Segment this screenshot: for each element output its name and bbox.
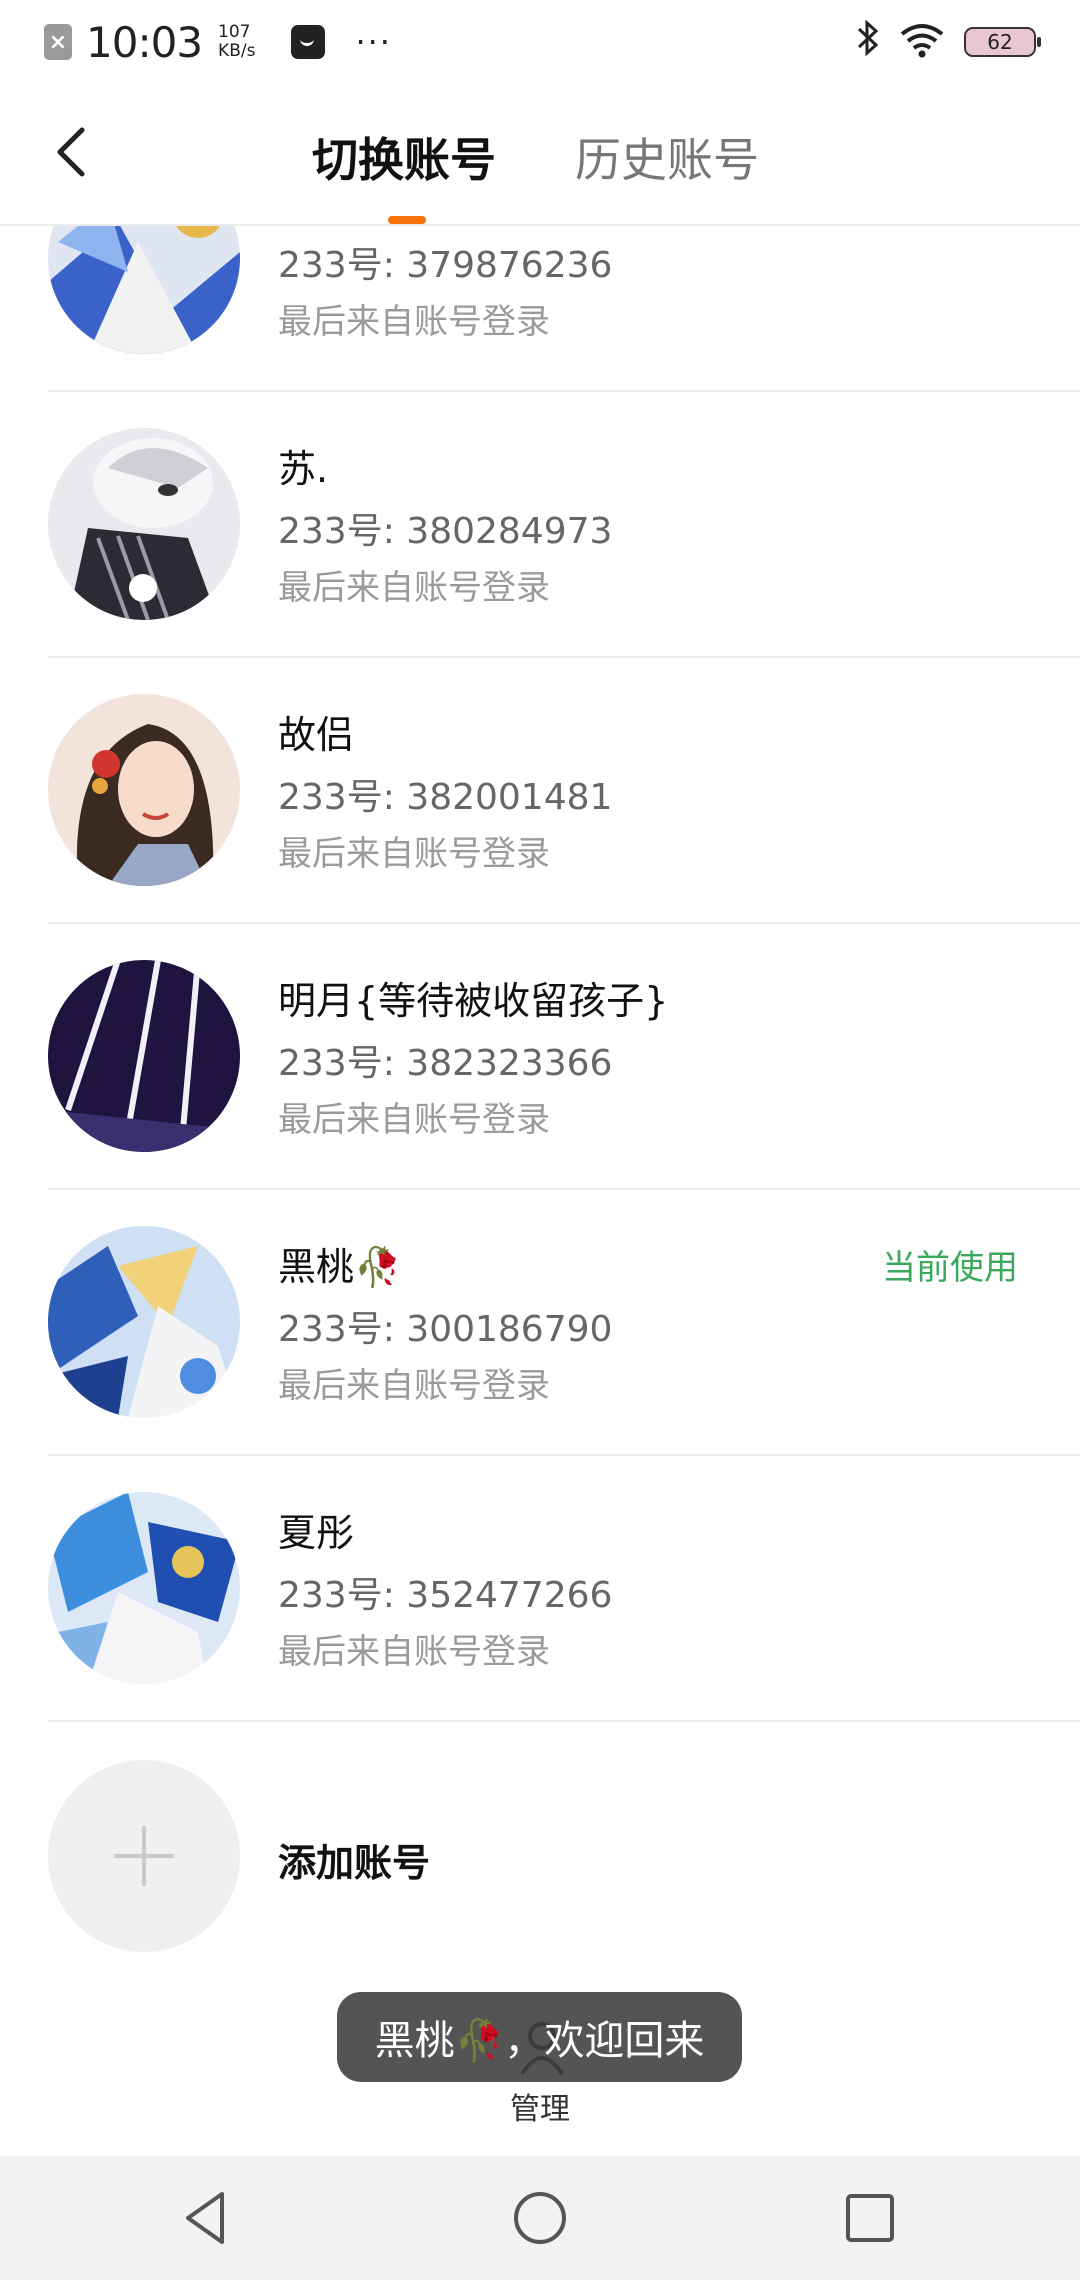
status-time: 10:03: [86, 17, 203, 67]
circle-home-icon: [514, 2192, 566, 2244]
account-id: 233号: 382323366: [278, 1043, 613, 1084]
header: 切换账号 历史账号: [0, 84, 1080, 226]
triangle-back-icon: [186, 2192, 224, 2244]
battery-icon: 62: [964, 27, 1041, 57]
toast-text: 黑桃🥀，欢迎回来: [374, 2018, 705, 2064]
account-row[interactable]: 明月{等待被收留孩子} 233号: 382323366 最后来自账号登录: [48, 924, 1080, 1190]
account-row-current[interactable]: 黑桃🥀 233号: 300186790 最后来自账号登录 当前使用: [48, 1190, 1080, 1456]
account-login-source: 最后来自账号登录: [278, 568, 550, 608]
avatar: [48, 960, 240, 1152]
nav-back-button[interactable]: [176, 2186, 240, 2250]
account-row[interactable]: 夏彤 233号: 352477266 最后来自账号登录: [48, 1456, 1080, 1722]
welcome-toast: 黑桃🥀，欢迎回来: [337, 1992, 742, 2082]
avatar: [48, 1226, 240, 1418]
avatar: [48, 694, 240, 886]
account-name: 黑桃🥀: [278, 1245, 402, 1289]
avatar: [48, 428, 240, 620]
message-app-icon: [291, 25, 326, 59]
account-id: 233号: 300186790: [278, 1309, 613, 1350]
account-login-source: 最后来自账号登录: [278, 1632, 550, 1672]
nav-home-button[interactable]: [508, 2186, 572, 2250]
account-row[interactable]: 故侣 233号: 382001481 最后来自账号登录: [48, 658, 1080, 924]
account-name: 故侣: [278, 713, 355, 757]
account-login-source: 最后来自账号登录: [278, 302, 550, 342]
account-name: 夏彤: [278, 1511, 355, 1555]
account-id: 233号: 352477266: [278, 1575, 613, 1616]
account-id: 233号: 379876236: [278, 245, 613, 286]
chevron-left-icon: [57, 127, 85, 177]
manage-label: 管理: [510, 2092, 570, 2127]
account-login-source: 最后来自账号登录: [278, 1100, 550, 1140]
network-speed: 107 KB/s: [218, 22, 256, 61]
square-recent-icon: [846, 2194, 894, 2242]
account-id: 233号: 382001481: [278, 777, 613, 818]
tab-indicator: [388, 216, 426, 224]
account-id: 233号: 380284973: [278, 511, 613, 552]
add-account-label: 添加账号: [278, 1841, 431, 1885]
account-login-source: 最后来自账号登录: [278, 834, 550, 874]
wifi-icon: [898, 22, 946, 62]
account-list: 233号: 379876236 最后来自账号登录 苏. 233号: 380284…: [0, 226, 1080, 2156]
no-sim-icon: ×: [44, 24, 72, 60]
plus-icon: [48, 1760, 240, 1952]
more-notifications-icon: ···: [355, 23, 392, 61]
avatar: [48, 1492, 240, 1684]
account-name: 明月{等待被收留孩子}: [278, 979, 669, 1023]
bluetooth-icon: [856, 19, 880, 66]
account-name: 苏.: [278, 447, 329, 491]
account-row[interactable]: 苏. 233号: 380284973 最后来自账号登录: [48, 392, 1080, 658]
account-row[interactable]: 233号: 379876236 最后来自账号登录: [48, 226, 1080, 392]
account-login-source: 最后来自账号登录: [278, 1366, 550, 1406]
system-nav-bar: [0, 2156, 1080, 2280]
nav-recent-button[interactable]: [838, 2186, 902, 2250]
add-account-button[interactable]: 添加账号: [48, 1760, 1080, 1960]
status-bar: × 10:03 107 KB/s ··· 62: [0, 0, 1080, 84]
tab-switch-account[interactable]: 切换账号: [312, 124, 496, 190]
tab-history-account[interactable]: 历史账号: [575, 124, 759, 190]
back-button[interactable]: [44, 122, 104, 182]
avatar: [48, 226, 240, 354]
current-account-badge: 当前使用: [882, 1248, 1018, 1288]
